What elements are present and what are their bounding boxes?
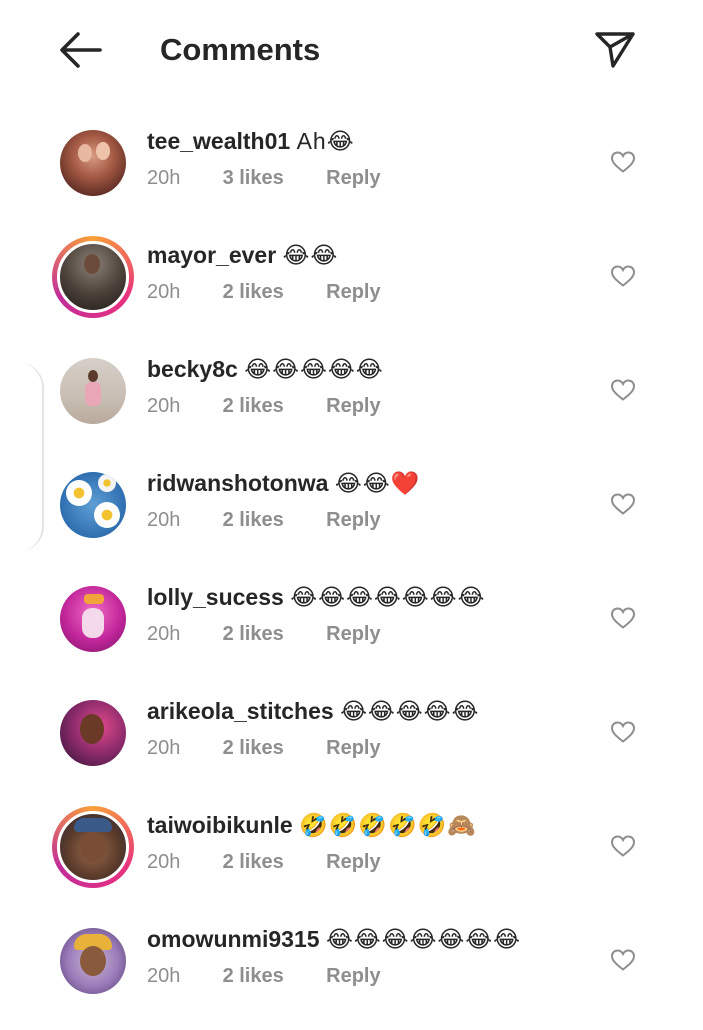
- comment-text-line: omowunmi9315 😂😂😂😂😂😂😂: [147, 924, 521, 954]
- comment-body: 😂😂😂😂😂: [340, 698, 480, 724]
- comment-item: omowunmi9315 😂😂😂😂😂😂😂 20h 2 likes Reply: [0, 916, 703, 1030]
- reply-button[interactable]: Reply: [326, 621, 380, 647]
- comment-item: tee_wealth01 Ah😂 20h 3 likes Reply: [0, 118, 703, 232]
- avatar-image: [57, 241, 129, 313]
- comment-likes[interactable]: 2 likes: [223, 735, 321, 761]
- comment-username[interactable]: arikeola_stitches: [147, 698, 334, 724]
- avatar-image: [57, 811, 129, 883]
- heart-icon[interactable]: [610, 606, 636, 630]
- comment-body: 😂😂😂😂😂: [244, 356, 384, 382]
- comment-username[interactable]: ridwanshotonwa: [147, 470, 328, 496]
- comment-meta: 20h 2 likes Reply: [147, 849, 381, 875]
- comment-item: becky8c 😂😂😂😂😂 20h 2 likes Reply: [0, 346, 703, 460]
- reply-button[interactable]: Reply: [326, 393, 380, 419]
- comment-body: 😂😂😂😂😂😂😂: [325, 926, 522, 952]
- reply-button[interactable]: Reply: [326, 507, 380, 533]
- heart-icon[interactable]: [610, 150, 636, 174]
- comment-time: 20h: [147, 623, 181, 645]
- reply-button[interactable]: Reply: [326, 279, 380, 305]
- comment-likes[interactable]: 2 likes: [223, 963, 321, 989]
- comment-meta: 20h 2 likes Reply: [147, 507, 381, 533]
- comment-text-line: ridwanshotonwa 😂😂❤️: [147, 468, 420, 498]
- avatar-image: [60, 130, 126, 196]
- comment-time: 20h: [147, 395, 181, 417]
- comment-body: 😂😂😂😂😂😂😂: [290, 584, 486, 610]
- comment-body: 😂😂: [282, 242, 339, 268]
- comment-meta: 20h 2 likes Reply: [147, 735, 381, 761]
- comment-likes[interactable]: 2 likes: [223, 621, 321, 647]
- comment-likes[interactable]: 3 likes: [223, 165, 321, 191]
- avatar-image: [60, 700, 126, 766]
- comment-likes[interactable]: 2 likes: [223, 279, 321, 305]
- avatar[interactable]: [60, 700, 126, 766]
- comment-likes[interactable]: 2 likes: [223, 393, 321, 419]
- reply-button[interactable]: Reply: [326, 165, 380, 191]
- comment-meta: 20h 2 likes Reply: [147, 393, 381, 419]
- comment-text-line: arikeola_stitches 😂😂😂😂😂: [147, 696, 479, 726]
- comment-time: 20h: [147, 281, 181, 303]
- avatar[interactable]: [60, 130, 126, 196]
- comment-text-line: taiwoibikunle 🤣🤣🤣🤣🤣🙈: [147, 810, 477, 840]
- comment-text-line: lolly_sucess 😂😂😂😂😂😂😂: [147, 582, 485, 612]
- comment-body: Ah😂: [296, 128, 355, 154]
- comment-item: arikeola_stitches 😂😂😂😂😂 20h 2 likes Repl…: [0, 688, 703, 802]
- comment-text-line: tee_wealth01 Ah😂: [147, 126, 355, 156]
- avatar[interactable]: [60, 586, 126, 652]
- heart-icon[interactable]: [610, 948, 636, 972]
- heart-icon[interactable]: [610, 492, 636, 516]
- comment-username[interactable]: taiwoibikunle: [147, 812, 293, 838]
- comment-time: 20h: [147, 737, 181, 759]
- page-title: Comments: [160, 32, 321, 67]
- comment-body: 🤣🤣🤣🤣🤣🙈: [299, 812, 477, 838]
- arrow-left-icon: [60, 32, 102, 68]
- comment-username[interactable]: tee_wealth01: [147, 128, 290, 154]
- comment-item: mayor_ever 😂😂 20h 2 likes Reply: [0, 232, 703, 346]
- header-bar: Comments: [0, 0, 703, 100]
- heart-icon[interactable]: [610, 720, 636, 744]
- comment-meta: 20h 3 likes Reply: [147, 165, 381, 191]
- comment-username[interactable]: becky8c: [147, 356, 238, 382]
- heart-icon[interactable]: [610, 264, 636, 288]
- heart-icon[interactable]: [610, 834, 636, 858]
- comment-text-line: becky8c 😂😂😂😂😂: [147, 354, 384, 384]
- comment-username[interactable]: mayor_ever: [147, 242, 276, 268]
- avatar-image: [60, 472, 126, 538]
- comment-item: lolly_sucess 😂😂😂😂😂😂😂 20h 2 likes Reply: [0, 574, 703, 688]
- comment-likes[interactable]: 2 likes: [223, 849, 321, 875]
- comment-body: 😂😂❤️: [334, 470, 421, 496]
- comment-meta: 20h 2 likes Reply: [147, 963, 381, 989]
- avatar[interactable]: [60, 472, 126, 538]
- comment-text-line: mayor_ever 😂😂: [147, 240, 338, 270]
- avatar-story-ring[interactable]: [52, 236, 134, 318]
- comment-username[interactable]: omowunmi9315: [147, 926, 320, 952]
- comment-likes[interactable]: 2 likes: [223, 507, 321, 533]
- comment-meta: 20h 2 likes Reply: [147, 279, 381, 305]
- comment-item: taiwoibikunle 🤣🤣🤣🤣🤣🙈 20h 2 likes Reply: [0, 802, 703, 916]
- comment-item: ridwanshotonwa 😂😂❤️ 20h 2 likes Reply: [0, 460, 703, 574]
- heart-icon[interactable]: [610, 378, 636, 402]
- reply-button[interactable]: Reply: [326, 849, 380, 875]
- comment-meta: 20h 2 likes Reply: [147, 621, 381, 647]
- comment-time: 20h: [147, 509, 181, 531]
- back-button[interactable]: [56, 28, 106, 72]
- comment-time: 20h: [147, 851, 181, 873]
- avatar-image: [60, 586, 126, 652]
- avatar[interactable]: [60, 358, 126, 424]
- paper-plane-icon: [595, 32, 635, 68]
- avatar[interactable]: [60, 928, 126, 994]
- avatar-story-ring[interactable]: [52, 806, 134, 888]
- reply-button[interactable]: Reply: [326, 735, 380, 761]
- comment-time: 20h: [147, 167, 181, 189]
- comment-time: 20h: [147, 965, 181, 987]
- avatar-image: [60, 928, 126, 994]
- share-button[interactable]: [592, 26, 638, 72]
- avatar-image: [60, 358, 126, 424]
- comment-username[interactable]: lolly_sucess: [147, 584, 284, 610]
- reply-button[interactable]: Reply: [326, 963, 380, 989]
